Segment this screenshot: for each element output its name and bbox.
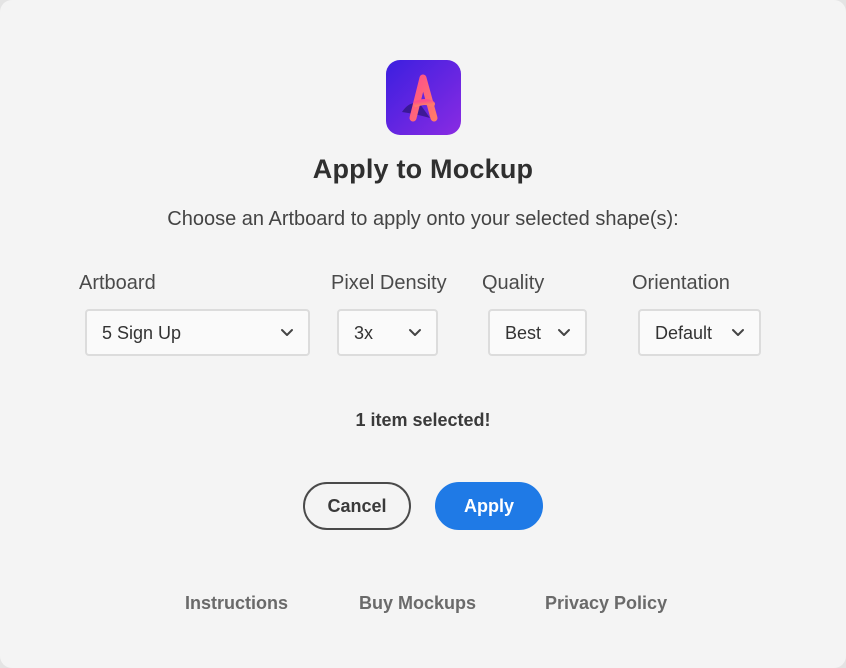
- selection-status: 1 item selected!: [355, 410, 491, 430]
- quality-select-value: Best: [505, 323, 542, 343]
- artboard-select[interactable]: 5 Sign Up: [85, 309, 310, 356]
- chevron-down-icon: [732, 329, 744, 336]
- pixel-density-select-value: 3x: [354, 323, 374, 343]
- pixel-density-label: Pixel Density: [331, 272, 447, 294]
- apply-button[interactable]: Apply: [435, 482, 543, 530]
- apply-to-mockup-dialog: Apply to Mockup Choose an Artboard to ap…: [0, 0, 846, 668]
- artboard-label: Artboard: [79, 272, 156, 294]
- chevron-down-icon: [558, 329, 570, 336]
- instructions-link[interactable]: Instructions: [185, 593, 288, 614]
- pixel-density-select[interactable]: 3x: [337, 309, 438, 356]
- artboard-select-value: 5 Sign Up: [102, 323, 182, 343]
- orientation-select[interactable]: Default: [638, 309, 761, 356]
- dialog-title: Apply to Mockup: [312, 154, 534, 184]
- quality-label: Quality: [482, 272, 545, 294]
- dialog-subtitle: Choose an Artboard to apply onto your se…: [167, 208, 679, 230]
- chevron-down-icon: [281, 329, 293, 336]
- orientation-select-value: Default: [655, 323, 713, 343]
- privacy-policy-link[interactable]: Privacy Policy: [545, 593, 667, 614]
- mockup-app-logo-icon: [386, 60, 461, 135]
- chevron-down-icon: [409, 329, 421, 336]
- buy-mockups-link[interactable]: Buy Mockups: [359, 593, 476, 614]
- quality-select[interactable]: Best: [488, 309, 587, 356]
- cancel-button[interactable]: Cancel: [303, 482, 411, 530]
- orientation-label: Orientation: [632, 272, 730, 294]
